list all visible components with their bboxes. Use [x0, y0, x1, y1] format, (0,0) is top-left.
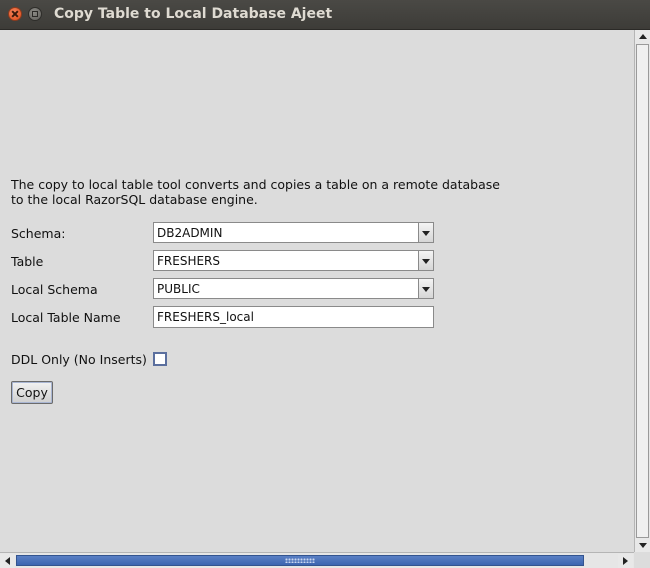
scroll-up-icon[interactable] — [635, 30, 650, 44]
local-schema-value: PUBLIC — [157, 282, 200, 296]
dropdown-arrow-icon[interactable] — [418, 251, 433, 270]
scroll-down-icon[interactable] — [635, 538, 650, 552]
description-line-1: The copy to local table tool converts an… — [11, 177, 500, 192]
schema-label: Schema: — [11, 226, 66, 241]
close-icon[interactable] — [8, 7, 22, 21]
schema-dropdown[interactable]: DB2ADMIN — [153, 222, 434, 243]
local-schema-dropdown[interactable]: PUBLIC — [153, 278, 434, 299]
dialog-content: The copy to local table tool converts an… — [0, 30, 634, 552]
table-dropdown[interactable]: FRESHERS — [153, 250, 434, 271]
dropdown-arrow-icon[interactable] — [418, 223, 433, 242]
horizontal-scrollbar[interactable] — [0, 552, 634, 568]
vertical-scrollbar[interactable] — [634, 30, 650, 552]
scrollbar-corner — [634, 552, 650, 568]
title-bar: Copy Table to Local Database Ajeet — [0, 0, 650, 30]
ddl-only-label: DDL Only (No Inserts) — [11, 352, 147, 367]
local-schema-label: Local Schema — [11, 282, 98, 297]
table-label: Table — [11, 254, 44, 269]
schema-value: DB2ADMIN — [157, 226, 223, 240]
ddl-only-checkbox[interactable] — [153, 352, 167, 366]
scroll-right-icon[interactable] — [618, 554, 633, 568]
dropdown-arrow-icon[interactable] — [418, 279, 433, 298]
local-table-name-field[interactable] — [153, 306, 434, 328]
window-title: Copy Table to Local Database Ajeet — [54, 6, 333, 22]
maximize-icon[interactable] — [28, 7, 42, 21]
scroll-grip — [285, 558, 315, 563]
horizontal-scroll-thumb[interactable] — [16, 555, 584, 566]
table-value: FRESHERS — [157, 254, 220, 268]
copy-button[interactable]: Copy — [11, 381, 53, 404]
vertical-scroll-thumb[interactable] — [636, 44, 649, 538]
description-line-2: to the local RazorSQL database engine. — [11, 192, 258, 207]
description: The copy to local table tool converts an… — [11, 177, 500, 207]
local-table-name-label: Local Table Name — [11, 310, 121, 325]
scroll-left-icon[interactable] — [0, 554, 15, 568]
